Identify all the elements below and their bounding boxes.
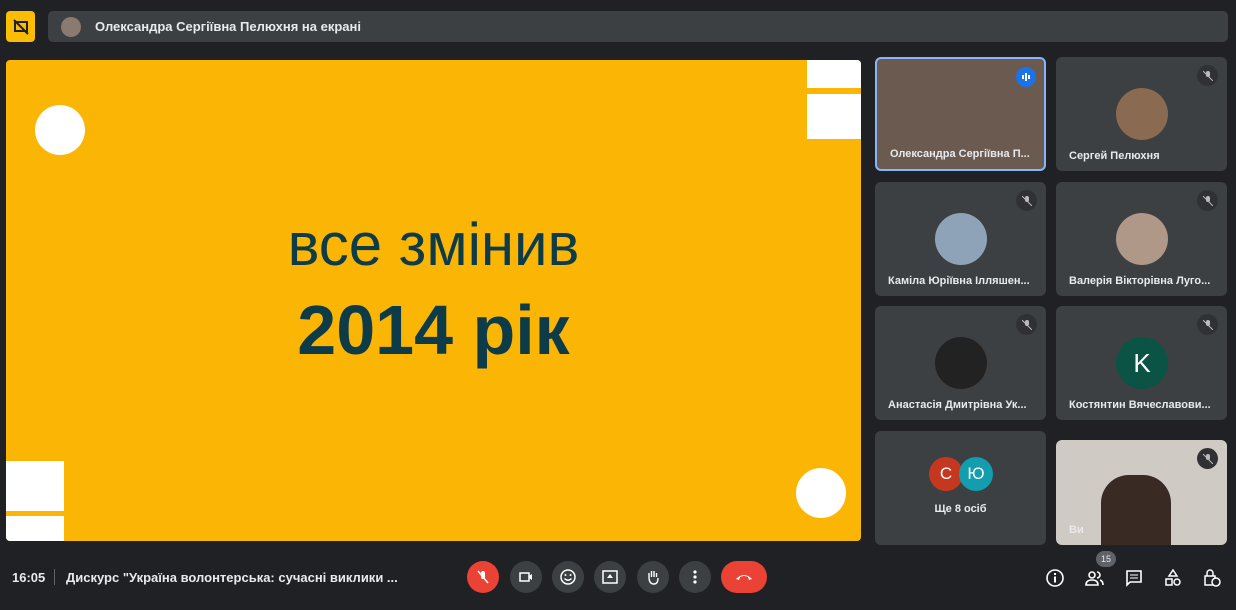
phone-hangup-icon	[736, 575, 752, 580]
participant-tile[interactable]: Валерія Вікторівна Луго...	[1056, 182, 1227, 296]
raise-hand-button[interactable]	[637, 561, 669, 593]
participant-name: Анастасія Дмитрівна Ук...	[888, 399, 1027, 411]
mic-toggle-button[interactable]	[467, 561, 499, 593]
present-now-button[interactable]	[594, 561, 626, 593]
avatar-initial: С	[929, 457, 963, 491]
participant-tile[interactable]: Сергей Пелюхня	[1056, 57, 1227, 171]
more-participants-label: Ще 8 осіб	[934, 503, 987, 515]
participant-name: Каміла Юріївна Ілляшен...	[888, 275, 1030, 287]
banner-text: Олександра Сергіївна Пелюхня на екрані	[95, 19, 361, 34]
decor-square	[807, 94, 861, 139]
avatar	[935, 213, 987, 265]
mic-off-icon	[1197, 448, 1218, 469]
presentation-toggle-button[interactable]	[6, 11, 35, 42]
chat-button[interactable]	[1123, 567, 1145, 589]
chat-icon	[1126, 570, 1142, 587]
participant-tile[interactable]: Анастасія Дмитрівна Ук...	[875, 306, 1046, 420]
shapes-icon	[1165, 569, 1181, 586]
camera-icon	[519, 572, 532, 582]
avatar	[1116, 88, 1168, 140]
self-video	[1101, 475, 1171, 545]
decor-square	[6, 516, 64, 541]
mic-off-icon	[1197, 65, 1218, 86]
decor-square	[807, 60, 861, 88]
mic-off-icon	[1016, 314, 1037, 335]
host-controls-button[interactable]	[1201, 567, 1223, 589]
mic-off-icon	[477, 570, 489, 584]
divider	[54, 569, 55, 585]
participant-name: Костянтин Вячеславови...	[1069, 399, 1211, 411]
participant-name: Олександра Сергіївна П...	[890, 148, 1030, 160]
avatar-initial: K	[1116, 337, 1168, 389]
lock-person-icon	[1204, 569, 1221, 587]
participant-tile[interactable]: Олександра Сергіївна П...	[875, 57, 1046, 171]
slide-line-2: 2014 рік	[297, 291, 570, 369]
avatar	[61, 16, 81, 37]
more-participants-tile[interactable]: С Ю Ще 8 осіб	[875, 431, 1046, 545]
avatar-initial: Ю	[959, 457, 993, 491]
self-tile[interactable]: Ви	[1056, 440, 1227, 545]
decor-circle	[35, 105, 85, 155]
avatar	[935, 337, 987, 389]
participant-tile[interactable]: K Костянтин Вячеславови...	[1056, 306, 1227, 420]
reactions-button[interactable]	[552, 561, 584, 593]
decor-square	[6, 461, 64, 511]
decor-circle	[796, 468, 846, 518]
speaking-icon	[1016, 67, 1036, 87]
participant-name: Ви	[1069, 524, 1084, 536]
participant-name: Сергей Пелюхня	[1069, 150, 1160, 162]
meeting-details-button[interactable]	[1044, 567, 1066, 589]
participant-tile[interactable]: Каміла Юріївна Ілляшен...	[875, 182, 1046, 296]
info-icon	[1046, 569, 1064, 587]
people-icon	[1085, 571, 1104, 586]
mic-off-icon	[1016, 190, 1037, 211]
hand-icon	[648, 571, 659, 585]
mic-off-icon	[1197, 190, 1218, 211]
activities-button[interactable]	[1162, 567, 1184, 589]
camera-toggle-button[interactable]	[510, 561, 542, 593]
more-options-button[interactable]	[679, 561, 711, 593]
avatar	[1116, 213, 1168, 265]
meeting-title: Дискурс "Україна волонтерська: сучасні в…	[66, 570, 398, 585]
leave-call-button[interactable]	[721, 561, 767, 593]
clock: 16:05	[12, 570, 46, 585]
mic-off-icon	[1197, 314, 1218, 335]
participant-count-badge: 15	[1096, 551, 1116, 567]
presentation-slide: все змінив 2014 рік	[6, 60, 861, 541]
more-vert-icon	[693, 570, 697, 584]
emoji-icon	[560, 569, 576, 585]
present-icon	[602, 570, 618, 584]
presentation-off-icon	[12, 18, 29, 35]
presenter-banner: Олександра Сергіївна Пелюхня на екрані	[48, 11, 1228, 42]
slide-line-1: все змінив	[287, 211, 580, 278]
participant-name: Валерія Вікторівна Луго...	[1069, 275, 1211, 287]
people-button[interactable]	[1084, 567, 1106, 589]
